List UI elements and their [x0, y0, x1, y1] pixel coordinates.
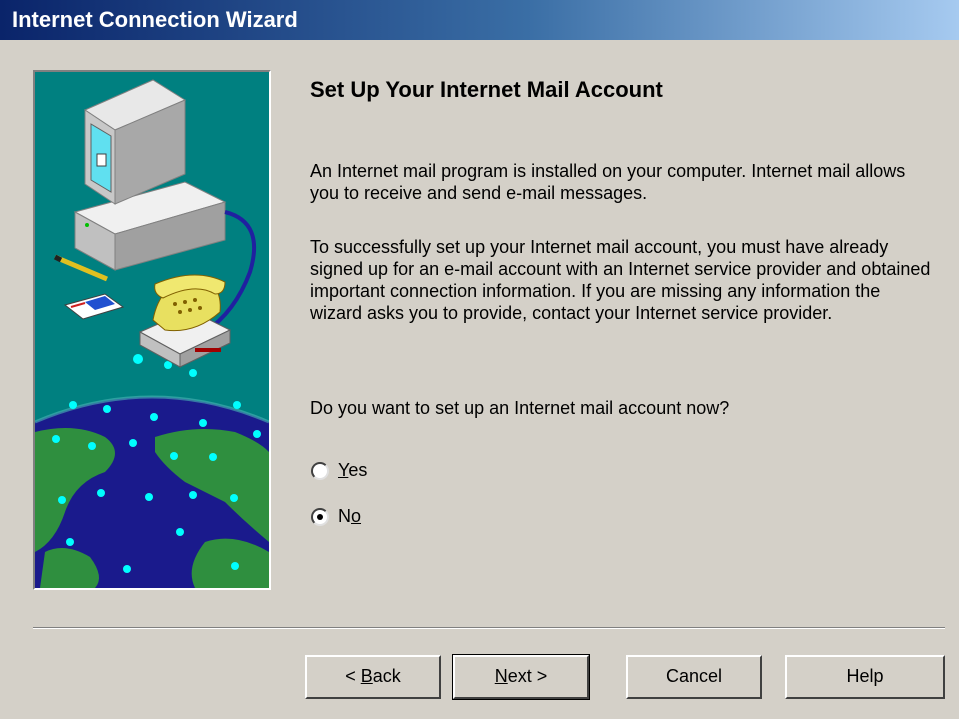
button-separator: [33, 627, 945, 629]
no-radio-button[interactable]: [311, 507, 329, 526]
back-button[interactable]: < Back: [305, 655, 441, 699]
yes-label: Yes: [338, 460, 368, 480]
requirements-text: To successfully set up your Internet mai…: [310, 237, 931, 323]
help-button[interactable]: Help: [785, 655, 945, 699]
no-radio-option[interactable]: No: [311, 506, 361, 527]
yes-radio-button[interactable]: [311, 461, 329, 480]
no-label: No: [338, 506, 362, 526]
yes-radio-option[interactable]: Yes: [311, 460, 367, 481]
page-heading: Set Up Your Internet Mail Account: [310, 77, 663, 102]
radio-selected-dot: [317, 513, 323, 520]
computer-phone-globe-illustration: [35, 72, 269, 588]
wizard-window: Internet Connection Wizard Set Up Your I…: [0, 0, 959, 719]
question-text: Do you want to set up an Internet mail a…: [310, 398, 730, 418]
window-title: Internet Connection Wizard: [12, 7, 298, 32]
wizard-illustration: [33, 70, 271, 590]
cancel-button[interactable]: Cancel: [626, 655, 762, 699]
next-button[interactable]: Next >: [452, 654, 590, 700]
intro-text: An Internet mail program is installed on…: [310, 161, 906, 203]
title-bar[interactable]: Internet Connection Wizard: [0, 0, 959, 40]
